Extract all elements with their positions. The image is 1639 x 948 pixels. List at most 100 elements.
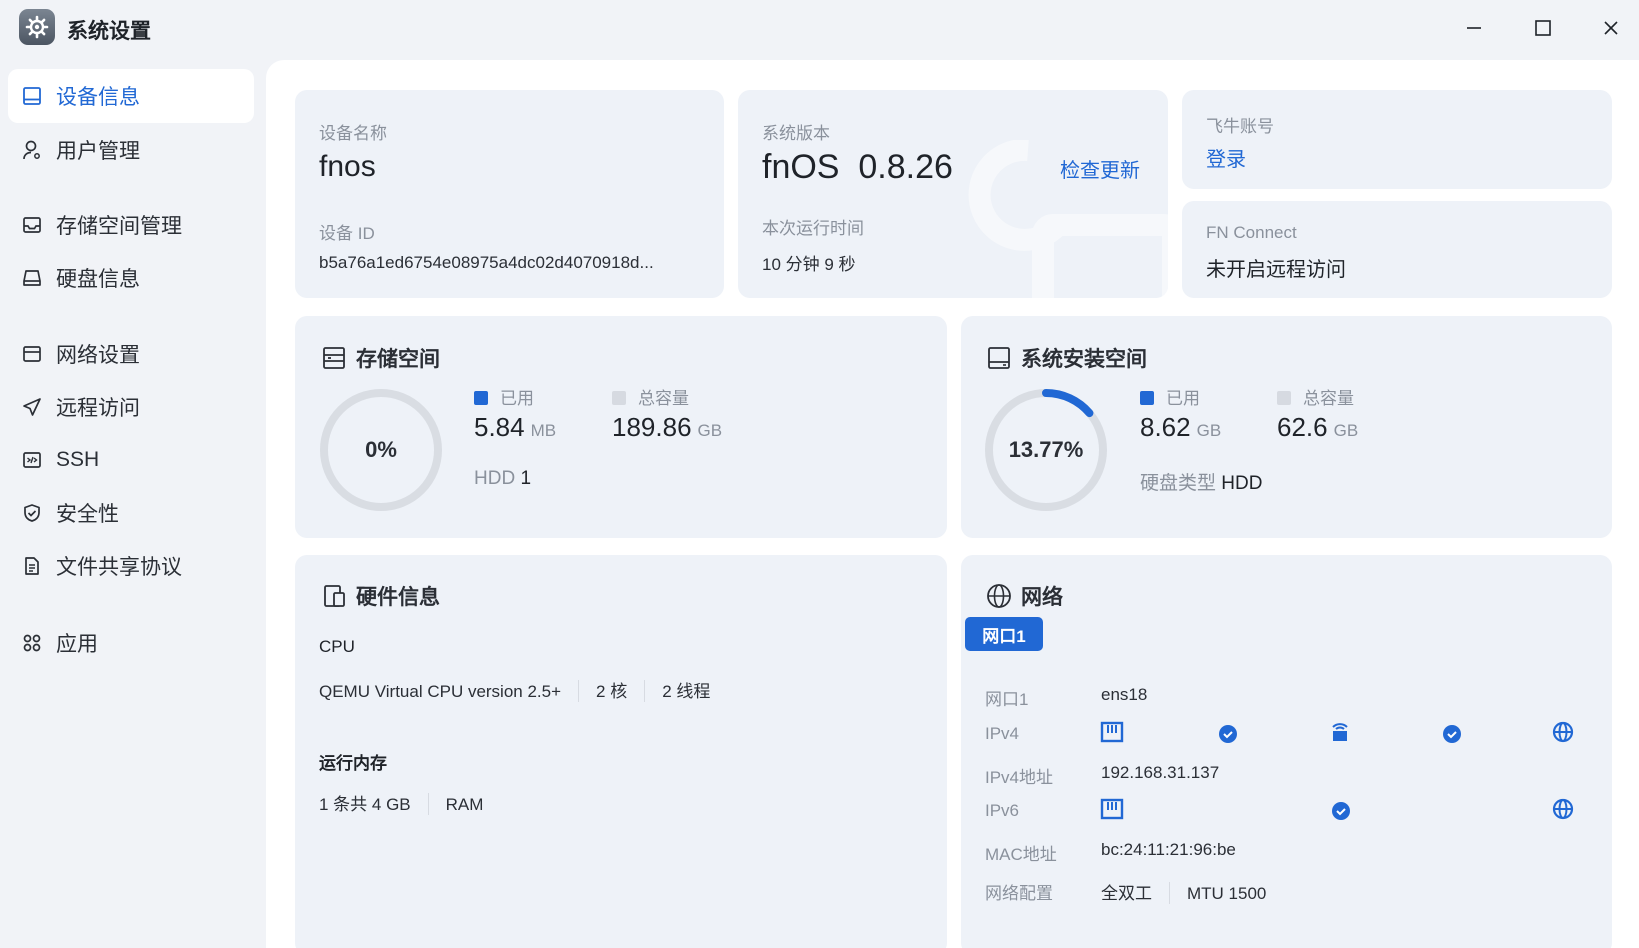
network-title-text: 网络	[1021, 586, 1063, 609]
net-ipv4-addr-label: IPv4地址	[985, 768, 1054, 787]
sidebar-item-storage-management[interactable]: 存储空间管理	[8, 198, 254, 252]
storage-percent: 0%	[365, 437, 397, 462]
device-name-label: 设备名称	[319, 124, 387, 143]
sidebar-item-disk-info[interactable]: 硬盘信息	[8, 251, 254, 305]
globe-icon	[986, 583, 1012, 609]
legend-total: 总容量	[1277, 384, 1354, 409]
sidebar-item-remote-access[interactable]: 远程访问	[8, 380, 254, 434]
storage-title-text: 存储空间	[356, 348, 440, 371]
terminal-icon	[21, 449, 43, 471]
port-tab-button[interactable]: 网口1	[965, 617, 1043, 651]
maximize-icon	[1535, 20, 1551, 36]
sidebar-item-label: SSH	[56, 448, 100, 471]
user-icon	[21, 139, 43, 161]
account-label: 飞牛账号	[1206, 117, 1274, 136]
title-bar: 系统设置	[0, 0, 1639, 56]
net-duplex: 全双工	[1101, 884, 1152, 903]
divider	[427, 793, 429, 815]
network-title: 网络	[986, 581, 1063, 611]
hdd-label: HDD	[474, 468, 516, 489]
send-icon	[21, 396, 43, 418]
system-version-card: 系统版本 fnOS 0.8.26 检查更新 本次运行时间 10 分钟 9 秒	[738, 90, 1168, 298]
system-space-used: 8.62 GB	[1140, 412, 1221, 443]
sidebar-item-file-sharing[interactable]: 文件共享协议	[8, 539, 254, 593]
sidebar-item-security[interactable]: 安全性	[8, 486, 254, 540]
system-space-total: 62.6 GB	[1277, 412, 1358, 443]
net-config-label: 网络配置	[985, 884, 1053, 903]
fn-connect-label: FN Connect	[1206, 223, 1297, 242]
system-space-total-unit: GB	[1333, 421, 1359, 440]
shield-icon	[21, 502, 43, 524]
disk-type-label: 硬盘类型	[1140, 473, 1217, 494]
divider	[578, 680, 580, 702]
system-space-percent: 13.77%	[1008, 437, 1084, 462]
check-update-link[interactable]: 检查更新	[1060, 154, 1140, 183]
device-id: b5a76a1ed6754e08975a4dc02d4070918d...	[319, 253, 654, 272]
storage-used-value: 5.84	[474, 412, 525, 442]
close-icon	[1604, 21, 1618, 35]
sidebar-item-device-info[interactable]: 设备信息	[8, 69, 254, 123]
os-name: fnOS	[762, 148, 840, 186]
storage-used: 5.84 MB	[474, 412, 556, 443]
cpu-threads: 2 线程	[662, 682, 711, 701]
legend-used: 已用	[1140, 384, 1200, 409]
sidebar-item-network-settings[interactable]: 网络设置	[8, 327, 254, 381]
system-space-total-value: 62.6	[1277, 412, 1328, 442]
check-icon	[1443, 725, 1461, 743]
hdd-count-value: 1	[520, 468, 532, 489]
sidebar-item-user-management[interactable]: 用户管理	[8, 123, 254, 177]
legend-total-swatch	[1277, 391, 1291, 405]
window-title: 系统设置	[67, 20, 151, 43]
net-ipv6-label: IPv6	[985, 801, 1020, 820]
ipv6-topology	[1100, 798, 1574, 820]
minimize-icon	[1467, 27, 1481, 29]
uptime-label: 本次运行时间	[762, 219, 864, 238]
storage-icon	[21, 214, 43, 236]
legend-used-label: 已用	[500, 389, 534, 408]
net-port-label: 网口1	[985, 690, 1029, 709]
network-port-icon	[1100, 721, 1124, 743]
net-mtu: MTU 1500	[1187, 884, 1267, 903]
storage-title: 存储空间	[321, 343, 440, 373]
devices-icon	[321, 583, 347, 609]
sidebar-item-label: 硬盘信息	[56, 268, 140, 291]
document-icon	[21, 555, 43, 577]
network-icon	[21, 343, 43, 365]
fn-connect-card: FN Connect 未开启远程访问	[1182, 201, 1612, 298]
net-ipv4-addr: 192.168.31.137	[1101, 763, 1220, 782]
cpu-model: QEMU Virtual CPU version 2.5+	[319, 682, 562, 701]
cpu-label: CPU	[319, 637, 355, 656]
login-link[interactable]: 登录	[1206, 143, 1246, 172]
sidebar-item-apps[interactable]: 应用	[8, 616, 254, 670]
network-port-icon	[1100, 798, 1124, 820]
memory-amount: 1 条共 4 GB	[319, 795, 411, 814]
storage-total: 189.86 GB	[612, 412, 722, 443]
legend-total: 总容量	[612, 384, 689, 409]
net-mac-label: MAC地址	[985, 845, 1057, 864]
check-icon	[1332, 802, 1350, 820]
sidebar-item-label: 用户管理	[56, 140, 140, 163]
net-ipv4-label: IPv4	[985, 724, 1020, 743]
minimize-button[interactable]	[1452, 12, 1496, 44]
system-space-used-unit: GB	[1196, 421, 1222, 440]
internet-globe-icon	[1552, 721, 1574, 743]
hardware-title-text: 硬件信息	[356, 586, 440, 609]
memory-label: 运行内存	[319, 754, 387, 773]
legend-used-swatch	[474, 391, 488, 405]
sidebar-item-ssh[interactable]: SSH	[8, 433, 254, 487]
hardware-title: 硬件信息	[321, 581, 440, 611]
storage-used-unit: MB	[530, 421, 557, 440]
internet-globe-icon	[1552, 798, 1574, 820]
close-button[interactable]	[1589, 12, 1633, 44]
sidebar-item-label: 网络设置	[56, 344, 140, 367]
maximize-button[interactable]	[1521, 12, 1565, 44]
account-card: 飞牛账号 登录	[1182, 90, 1612, 189]
system-space-title-text: 系统安装空间	[1021, 348, 1147, 371]
system-version-label: 系统版本	[762, 124, 830, 143]
sidebar-item-label: 设备信息	[56, 86, 140, 109]
disk-type: 硬盘类型 HDD	[1140, 468, 1262, 495]
settings-app-icon	[19, 9, 55, 45]
net-mac: bc:24:11:21:96:be	[1101, 840, 1236, 859]
memory-info: 1 条共 4 GB RAM	[319, 790, 483, 815]
sidebar-item-label: 远程访问	[56, 397, 140, 420]
